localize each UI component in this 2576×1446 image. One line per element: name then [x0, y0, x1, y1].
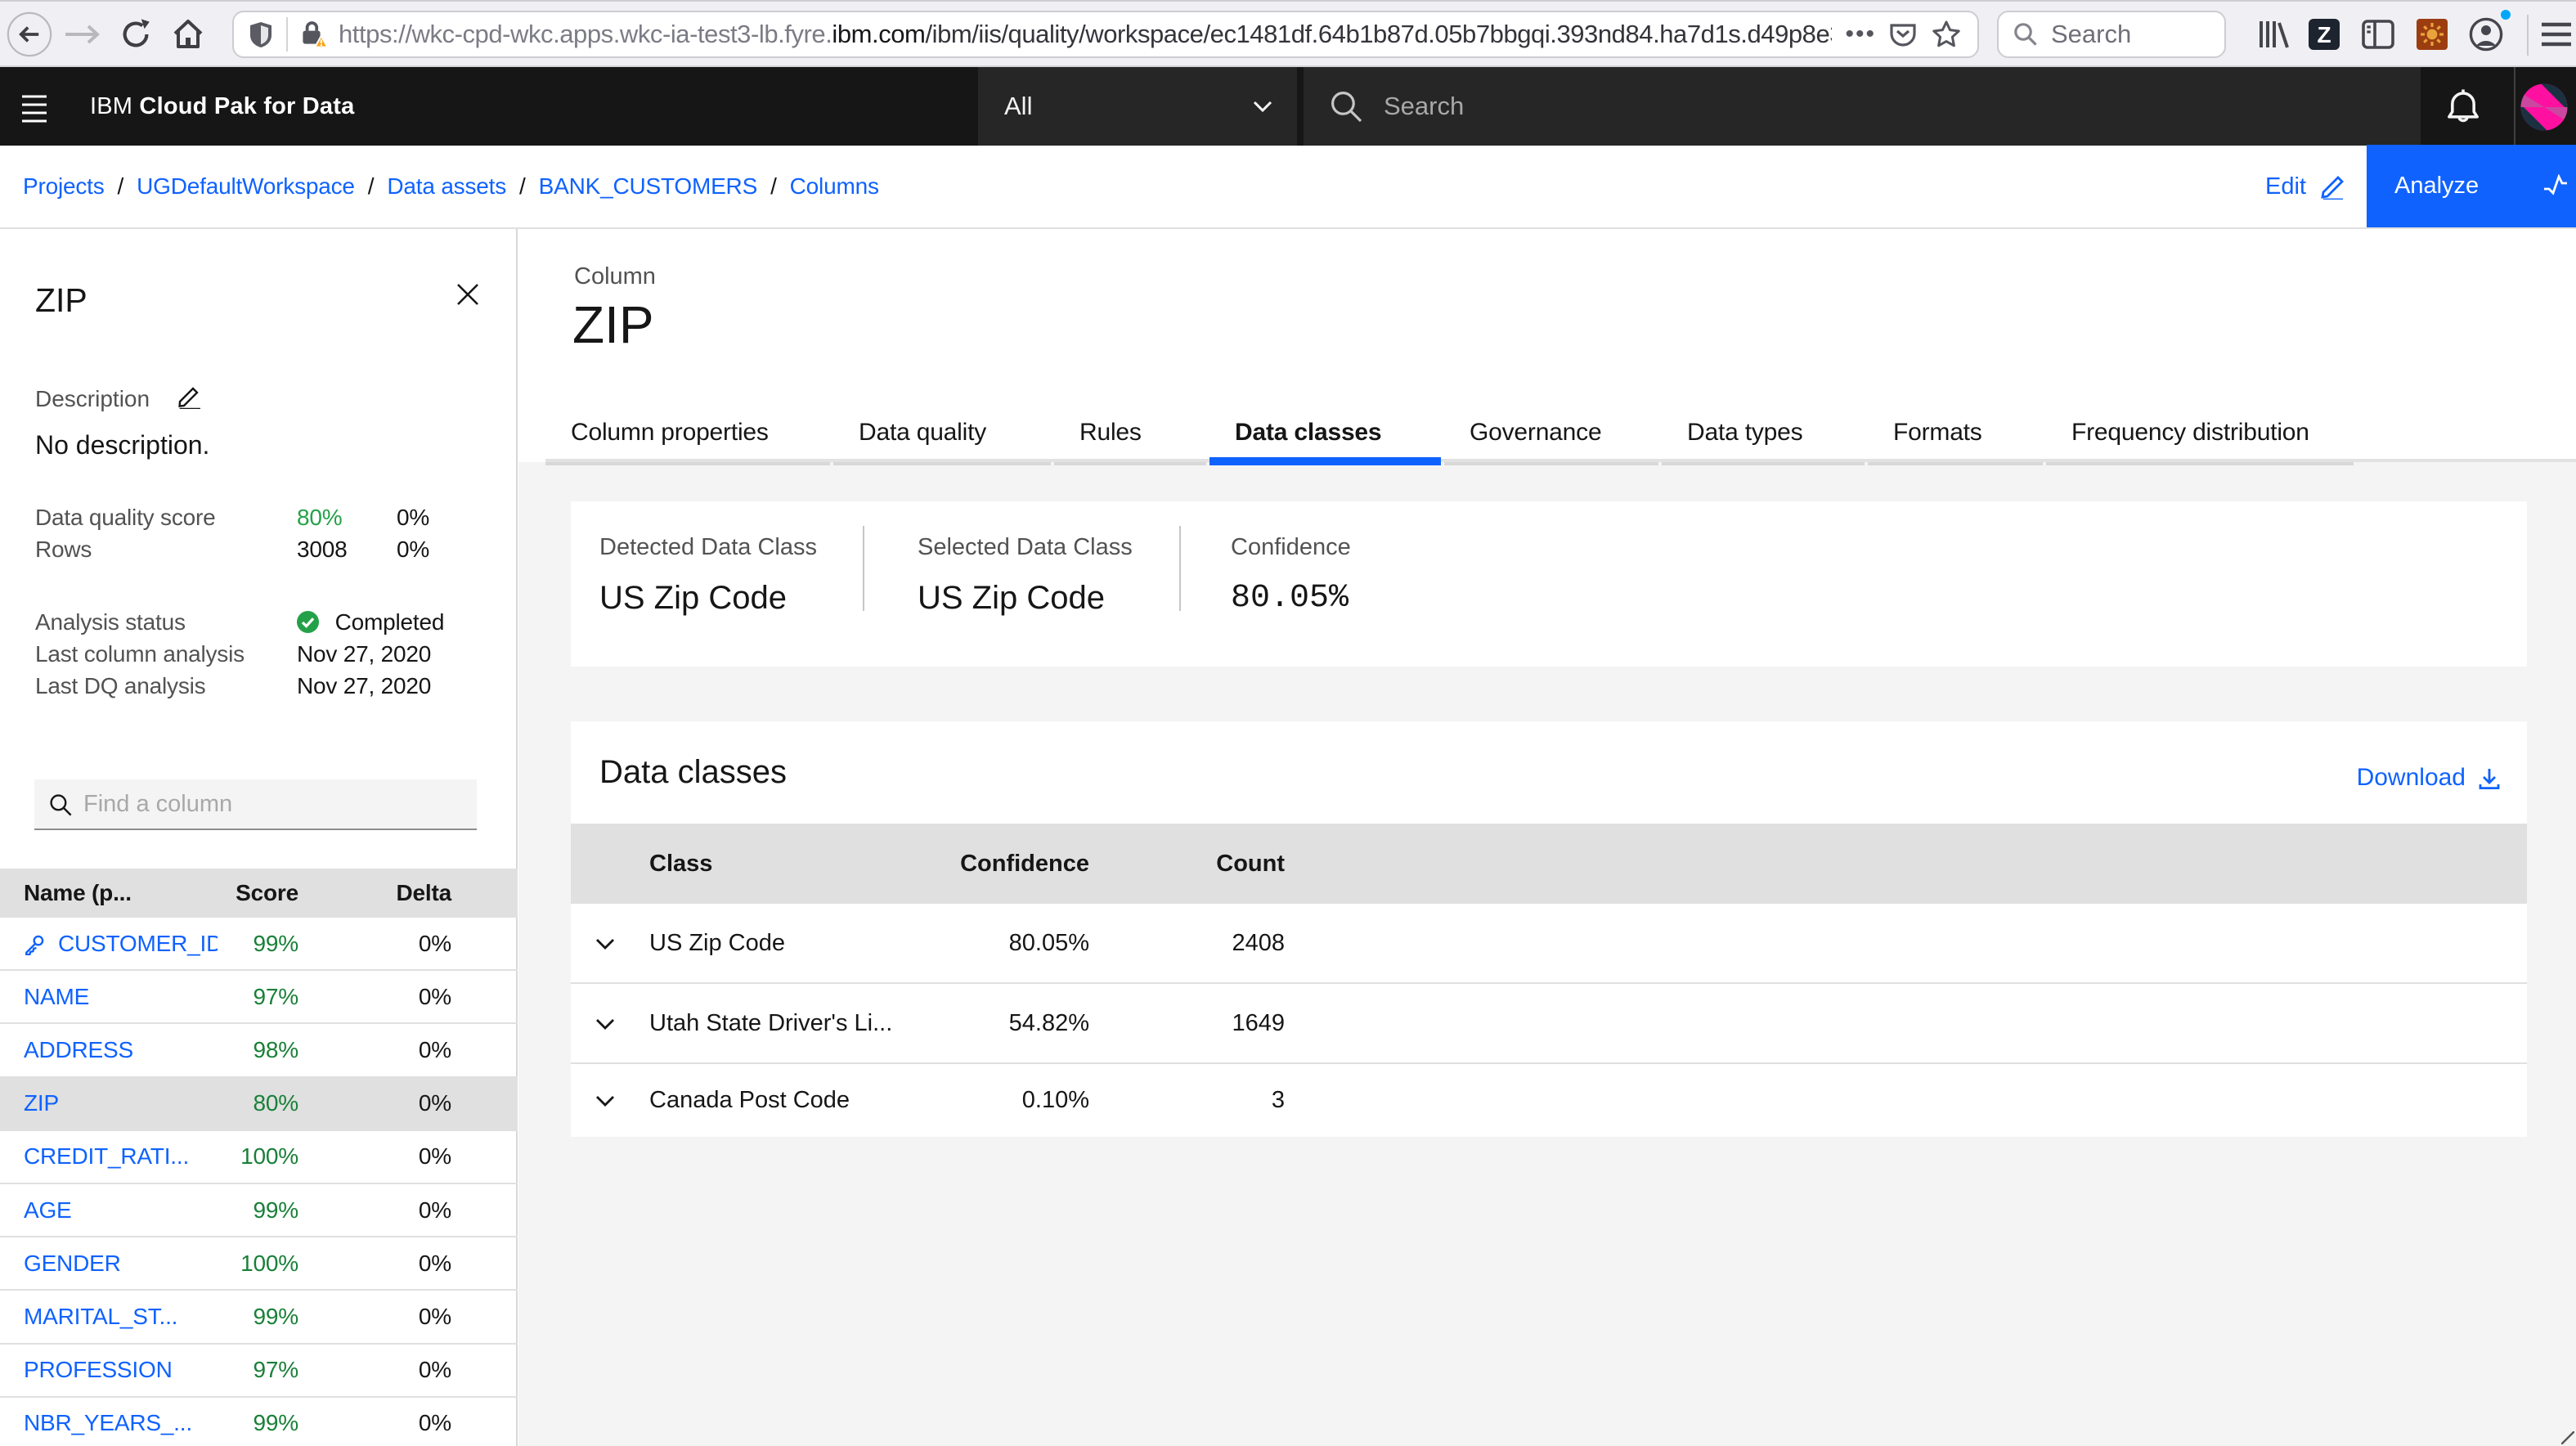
svg-text:Z: Z — [2317, 22, 2331, 47]
